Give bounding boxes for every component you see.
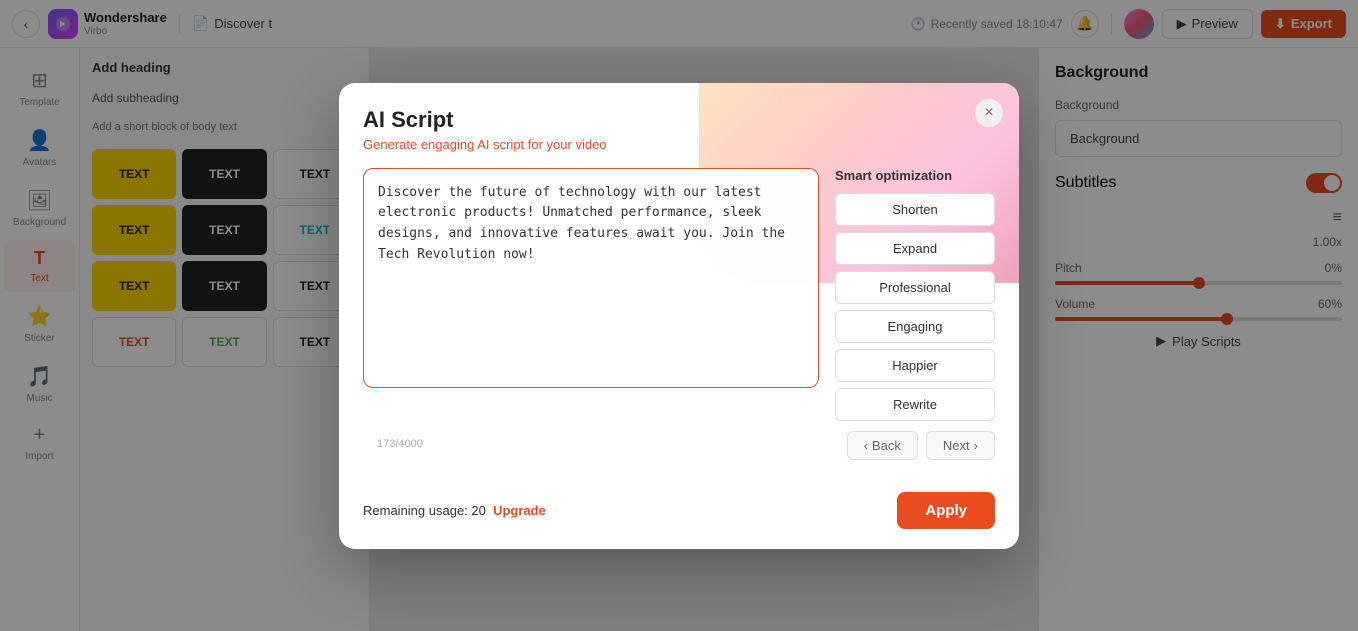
modal-subtitle: Generate engaging AI script for your vid… [363, 137, 995, 152]
modal-header: AI Script Generate engaging AI script fo… [339, 83, 1019, 152]
next-button[interactable]: Next › [926, 431, 995, 460]
smart-optimization-panel: Smart optimization Shorten Expand Profes… [835, 168, 995, 460]
char-count: 173/4000 [377, 438, 423, 450]
modal-textarea[interactable]: Discover the future of technology with o… [363, 168, 819, 388]
smart-rewrite-button[interactable]: Rewrite [835, 388, 995, 421]
smart-happier-button[interactable]: Happier [835, 349, 995, 382]
modal-overlay: × AI Script Generate engaging AI script … [0, 0, 1358, 631]
modal-nav: ‹ Back Next › [835, 431, 995, 460]
upgrade-link[interactable]: Upgrade [493, 503, 546, 518]
modal-body: Discover the future of technology with o… [339, 152, 1019, 480]
modal-textarea-wrap: Discover the future of technology with o… [363, 168, 819, 460]
smart-expand-button[interactable]: Expand [835, 232, 995, 265]
apply-button[interactable]: Apply [897, 492, 995, 529]
smart-engaging-button[interactable]: Engaging [835, 310, 995, 343]
modal-usage: Remaining usage: 20 Upgrade [363, 503, 546, 518]
smart-optimization-title: Smart optimization [835, 168, 995, 183]
smart-professional-button[interactable]: Professional [835, 271, 995, 304]
modal-title: AI Script [363, 107, 995, 133]
smart-shorten-button[interactable]: Shorten [835, 193, 995, 226]
back-button[interactable]: ‹ Back [847, 431, 918, 460]
modal-footer: Remaining usage: 20 Upgrade Apply [339, 480, 1019, 549]
modal-close-button[interactable]: × [975, 99, 1003, 127]
modal: × AI Script Generate engaging AI script … [339, 83, 1019, 549]
back-chevron-icon: ‹ [864, 438, 868, 453]
next-chevron-icon: › [974, 438, 978, 453]
